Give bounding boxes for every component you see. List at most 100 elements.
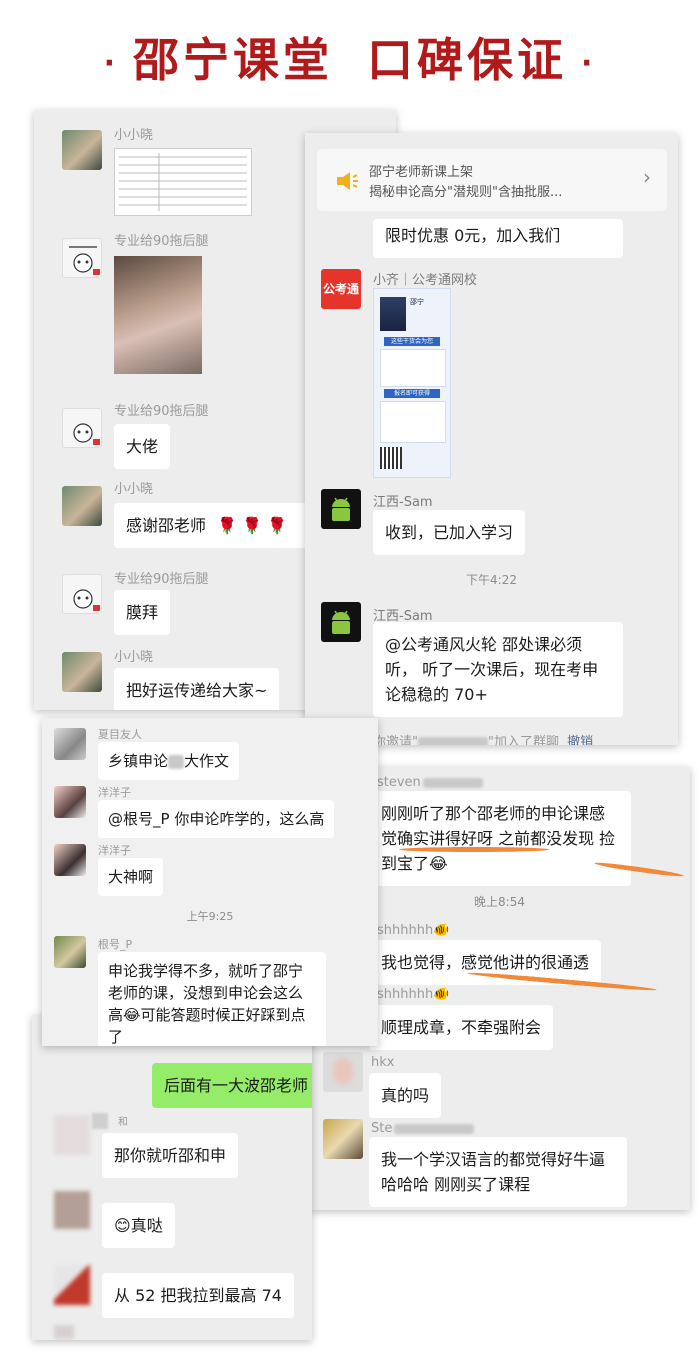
message-bubble[interactable]: 申论我学得不多，就听了邵宁老师的课，没想到申论会这么高😂可能答题时候正好踩到点了 bbox=[98, 952, 326, 1046]
chat-screenshot-5: 后面有一大波邵老师 和 那你就听邵和申 😊真哒 从 52 把我拉到最高 74 bbox=[32, 1015, 312, 1340]
avatar bbox=[54, 786, 86, 818]
sender-name: 专业给90拖后腿 bbox=[114, 572, 209, 587]
sender-name: 专业给90拖后腿 bbox=[114, 404, 209, 419]
card-section-header: 这些干货会为您 bbox=[384, 337, 440, 346]
avatar bbox=[62, 574, 102, 614]
sender-name: 洋洋子 bbox=[98, 786, 131, 799]
sender-name: 夏目友人 bbox=[98, 728, 142, 741]
avatar bbox=[54, 844, 86, 876]
blurred-name bbox=[422, 777, 483, 788]
speaker-icon bbox=[337, 172, 358, 190]
blurred-avatar bbox=[54, 1115, 90, 1155]
message-bubble[interactable]: @公考通风火轮 邵处课必须听， 听了一次课后，现在考申论稳稳的 70+ bbox=[373, 622, 623, 717]
avatar bbox=[323, 1052, 363, 1092]
card-list bbox=[380, 401, 446, 443]
course-poster-image[interactable]: 邵宁 这些干货会为您 报名即可获得 bbox=[373, 288, 451, 478]
message-bubble[interactable]: 收到，已加入学习 bbox=[373, 510, 526, 555]
blurred-text bbox=[168, 754, 185, 769]
sender-name: Ste bbox=[371, 1121, 475, 1136]
avatar bbox=[62, 408, 102, 448]
android-icon bbox=[332, 610, 350, 634]
message-bubble[interactable]: 我一个学汉语言的都觉得好牛逼哈哈哈 刚刚买了课程 bbox=[369, 1137, 627, 1207]
blurred-name bbox=[417, 736, 488, 745]
notice-title: 邵宁老师新课上架 bbox=[369, 165, 474, 180]
avatar bbox=[323, 1119, 363, 1159]
teacher-photo bbox=[380, 297, 406, 331]
sender-name: 小齐｜公考通网校 bbox=[373, 273, 478, 288]
message-bubble[interactable]: 真的吗 bbox=[369, 1073, 442, 1118]
message-bubble[interactable]: 刚刚听了那个邵老师的申论课感觉确实讲得好呀 之前都没发现 捡到宝了😂 bbox=[369, 791, 631, 886]
page-title: · 邵宁课堂 口碑保证 · bbox=[0, 24, 700, 90]
logo-text: 公考通 bbox=[322, 282, 359, 296]
blurred-avatar bbox=[54, 1191, 90, 1229]
avatar bbox=[54, 936, 86, 968]
message-bubble[interactable]: 顺理成章，不牵强附会 bbox=[369, 1005, 554, 1050]
title-left-dot: · bbox=[103, 46, 119, 81]
highlight-underline bbox=[399, 847, 549, 852]
blurred-face bbox=[333, 1058, 353, 1084]
timestamp: 上午9:25 bbox=[186, 910, 234, 923]
system-invite-notice: 你邀请" "加入了群聊 撤销 bbox=[373, 731, 593, 745]
blurred-avatar bbox=[54, 1325, 74, 1339]
panda-avatar-icon bbox=[73, 423, 100, 445]
android-icon bbox=[332, 497, 350, 521]
sender-name: 专业给90拖后腿 bbox=[114, 234, 209, 249]
chat-screenshot-3: 夏目友人 乡镇申论 大作文 洋洋子 @根号_P 你申论咋学的，这么高 洋洋子 大神… bbox=[42, 718, 378, 1046]
pinned-notice[interactable]: 邵宁老师新课上架 揭秘申论高分"潜规则"含抽批服... › bbox=[317, 149, 667, 211]
blurred-avatar bbox=[54, 1265, 90, 1305]
message-bubble[interactable]: 大神啊 bbox=[98, 858, 164, 896]
brand-name: 邵宁课堂 bbox=[133, 33, 333, 87]
document-image[interactable] bbox=[114, 148, 252, 216]
sender-name: shhhhhh🐠 bbox=[377, 987, 450, 1002]
chat-screenshot-2: 邵宁老师新课上架 揭秘申论高分"潜规则"含抽批服... › 限时优惠 0元，加入… bbox=[305, 133, 678, 745]
photo-message[interactable] bbox=[114, 256, 202, 374]
qr-code-icon bbox=[380, 447, 402, 469]
message-bubble[interactable]: 膜拜 bbox=[114, 590, 171, 635]
android-avatar bbox=[321, 489, 361, 529]
message-bubble[interactable]: 限时优惠 0元，加入我们 bbox=[373, 219, 623, 258]
undo-link[interactable]: 撤销 bbox=[567, 735, 593, 745]
message-bubble[interactable]: 乡镇申论 大作文 bbox=[98, 742, 240, 780]
panda-avatar-icon bbox=[73, 589, 100, 611]
sender-name: 小小晓 bbox=[114, 650, 154, 665]
message-bubble[interactable]: 那你就听邵和申 bbox=[102, 1133, 239, 1178]
message-text: 感谢邵老师 bbox=[126, 516, 207, 535]
title-right-dot: · bbox=[581, 46, 597, 81]
sender-name: 江西-Sam bbox=[373, 495, 433, 510]
timestamp: 下午4:22 bbox=[466, 573, 517, 587]
sender-name: 小小晓 bbox=[114, 128, 154, 143]
avatar bbox=[62, 486, 102, 526]
sender-name: 洋洋子 bbox=[98, 844, 131, 857]
message-bubble[interactable]: 从 52 把我拉到最高 74 bbox=[102, 1273, 294, 1318]
document-lines-icon bbox=[119, 153, 247, 211]
notice-subtitle: 揭秘申论高分"潜规则"含抽批服... bbox=[369, 185, 563, 200]
card-section-header: 报名即可获得 bbox=[384, 389, 440, 398]
avatar bbox=[62, 652, 102, 692]
message-bubble[interactable]: 😊真哒 bbox=[102, 1203, 175, 1248]
blurred-avatar bbox=[92, 1113, 108, 1129]
avatar bbox=[62, 130, 102, 170]
sender-name: 和 bbox=[118, 1117, 128, 1128]
message-bubble[interactable]: 我也觉得，感觉他讲的很通透 bbox=[369, 940, 602, 985]
smile-emoji: 😊 bbox=[114, 1216, 131, 1235]
logo-avatar: 公考通 bbox=[321, 269, 361, 309]
sender-name: hkx bbox=[371, 1055, 395, 1070]
avatar bbox=[62, 238, 102, 278]
message-bubble[interactable]: 把好运传递给大家~ bbox=[114, 668, 280, 710]
card-list bbox=[380, 349, 446, 387]
message-bubble[interactable]: 大佬 bbox=[114, 424, 171, 469]
blurred-name bbox=[394, 1123, 475, 1134]
panda-avatar-icon bbox=[69, 246, 100, 275]
teacher-name: 邵宁 bbox=[410, 298, 424, 306]
sender-name: 根号_P bbox=[98, 938, 133, 951]
message-bubble-self[interactable]: 后面有一大波邵老师 bbox=[152, 1063, 312, 1108]
sender-name: 小小晓 bbox=[114, 482, 154, 497]
slogan: 口碑保证 bbox=[367, 33, 567, 87]
rose-emoji: 🌹 🌹 🌹 bbox=[217, 516, 288, 535]
sender-name: steven bbox=[377, 775, 483, 790]
android-avatar bbox=[321, 602, 361, 642]
message-bubble[interactable]: @根号_P 你申论咋学的，这么高 bbox=[98, 800, 335, 838]
chevron-right-icon: › bbox=[643, 165, 651, 189]
avatar bbox=[54, 728, 86, 760]
sender-name: shhhhhh🐠 bbox=[377, 923, 450, 938]
